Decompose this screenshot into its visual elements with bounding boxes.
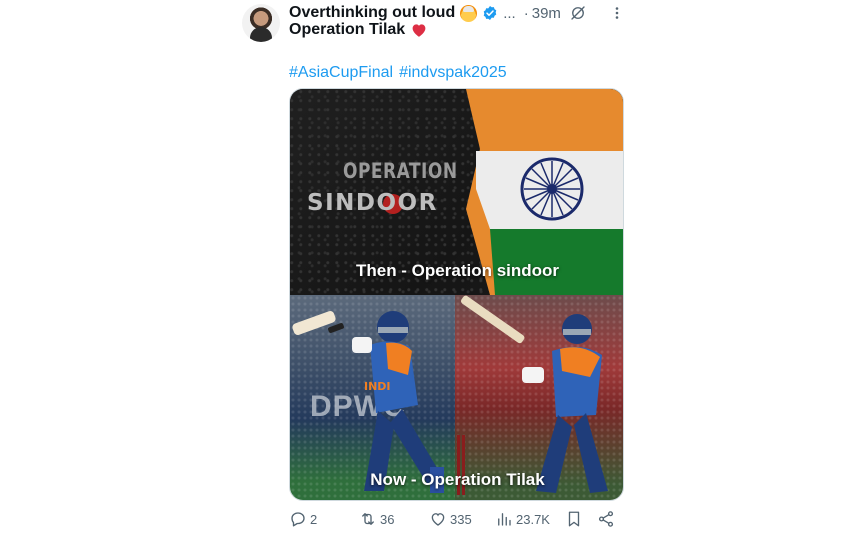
reply-count: 2: [310, 511, 318, 527]
top-caption: Then - Operation sindoor: [355, 261, 560, 280]
bookmark-button[interactable]: [565, 510, 583, 528]
separator-dot: ·: [523, 4, 529, 22]
action-bar: 2 36 335 23.7K: [289, 510, 619, 532]
bottom-caption: Now - Operation Tilak: [370, 470, 545, 489]
repost-count: 36: [380, 511, 395, 527]
like-count: 335: [450, 511, 472, 527]
operation-title-line2: SINDOOR: [307, 190, 438, 216]
share-icon: [598, 511, 614, 527]
operation-title-line1: OPERATION: [343, 159, 458, 184]
reply-button[interactable]: 2: [289, 510, 317, 528]
tweet-text-content: Operation Tilak: [289, 21, 406, 38]
timestamp[interactable]: 39m: [532, 5, 561, 22]
views-button[interactable]: 23.7K: [495, 510, 550, 528]
views-chart-icon: [498, 513, 511, 526]
more-options-icon[interactable]: [610, 6, 624, 20]
truncated-handle: ...: [503, 4, 516, 22]
heart-icon: [431, 513, 445, 526]
verified-badge-icon: [483, 6, 497, 20]
hashtags: #AsiaCupFinal #indvspak2025: [289, 64, 507, 82]
hashtag-link[interactable]: #indvspak2025: [399, 64, 507, 82]
jersey-text: INDI: [364, 380, 391, 393]
display-name[interactable]: Overthinking out loud: [289, 4, 455, 22]
views-count: 23.7K: [516, 511, 550, 527]
repost-button[interactable]: 36: [359, 510, 394, 528]
bookmark-icon: [568, 511, 580, 527]
exploding-head-emoji-icon: [460, 4, 478, 22]
red-heart-emoji-icon: [412, 24, 426, 37]
media-bottom-panel: DPWC INDI Now - Operation Tilak: [290, 295, 623, 500]
tweet[interactable]: Overthinking out loud ... · 39m Operatio…: [0, 0, 864, 540]
repost-icon: [362, 513, 374, 525]
avatar[interactable]: [242, 4, 280, 42]
hashtag-link[interactable]: #AsiaCupFinal: [289, 64, 393, 82]
reply-icon: [291, 512, 305, 527]
like-button[interactable]: 335: [429, 510, 472, 528]
media-top-panel: OPERATION SINDOOR Then - Operation sindo…: [290, 89, 623, 295]
grok-icon[interactable]: [569, 4, 587, 22]
media-image[interactable]: OPERATION SINDOOR Then - Operation sindo…: [289, 88, 624, 501]
share-button[interactable]: [597, 510, 615, 528]
tweet-text: Operation Tilak: [289, 21, 428, 39]
